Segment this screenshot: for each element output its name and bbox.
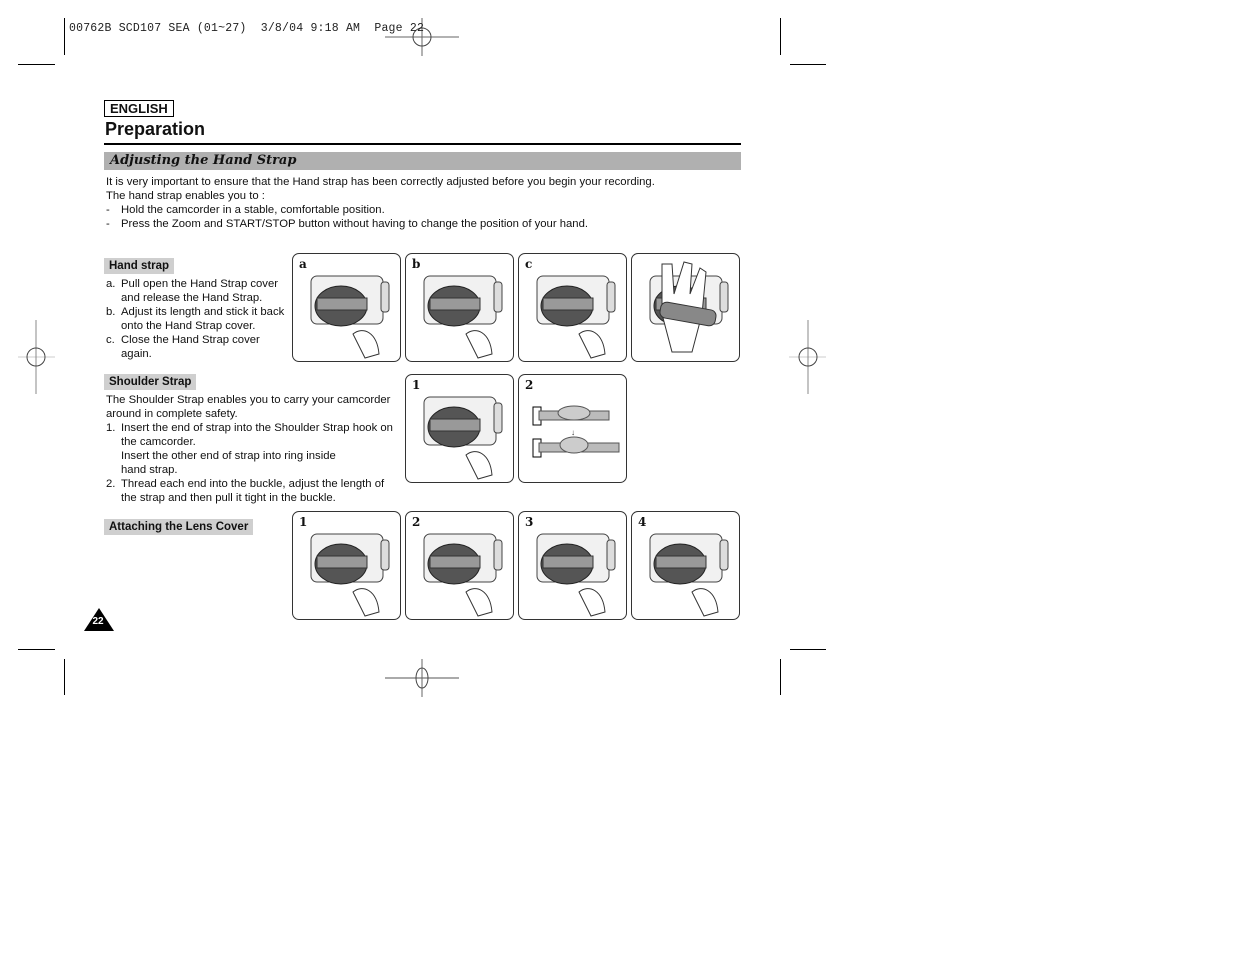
figure-label: 1: [299, 515, 308, 529]
figure-label: c: [525, 257, 533, 271]
step-item: b. Adjust its length and stick it back on…: [106, 306, 285, 332]
svg-text:↓: ↓: [571, 428, 575, 437]
figure-panel: 1: [292, 511, 401, 620]
registration-mark-icon: [385, 659, 459, 697]
figure-label: 2: [412, 515, 421, 529]
lens-cover-label: Attaching the Lens Cover: [104, 519, 254, 535]
figure-panel: 3: [518, 511, 627, 620]
figure-panel: b: [405, 253, 514, 362]
crop-mark: [790, 64, 826, 65]
figure-label: b: [412, 257, 421, 271]
intro-line: It is very important to ensure that the …: [106, 176, 655, 188]
crop-mark: [18, 64, 55, 65]
crop-mark: [780, 659, 781, 695]
intro-bullet: - Hold the camcorder in a stable, comfort…: [106, 204, 385, 216]
step-item: c. Close the Hand Strap cover again.: [106, 334, 260, 360]
crop-mark: [790, 649, 826, 650]
figure-panel: [631, 253, 740, 362]
page-title: Preparation: [105, 119, 206, 139]
registration-mark-icon: [789, 320, 826, 394]
page-number-badge: 22: [82, 606, 116, 632]
hand-strap-label: Hand strap: [104, 258, 175, 274]
step-item: a. Pull open the Hand Strap cover and rel…: [106, 278, 278, 304]
crop-mark: [18, 649, 55, 650]
figure-panel: 1: [405, 374, 514, 483]
language-badge: ENGLISH: [104, 100, 174, 117]
section-title: Adjusting the Hand Strap: [110, 153, 297, 168]
hand-strap-steps: a. Pull open the Hand Strap cover and rel…: [106, 277, 291, 361]
shoulder-strap-intro: The Shoulder Strap enables you to carry …: [106, 394, 391, 420]
registration-mark-icon: [385, 18, 459, 56]
page-number: 22: [92, 616, 104, 627]
crop-mark: [64, 18, 65, 55]
figure-label: 4: [638, 515, 647, 529]
title-divider: [104, 143, 741, 145]
figure-panel: 2: [405, 511, 514, 620]
step-item: 2. Thread each end into the buckle, adjus…: [106, 478, 385, 504]
figure-label: 3: [525, 515, 534, 529]
registration-mark-icon: [18, 320, 55, 394]
figure-label: 2: [525, 378, 534, 392]
shoulder-strap-label: Shoulder Strap: [104, 374, 197, 390]
shoulder-strap-text: The Shoulder Strap enables you to carry …: [106, 393, 396, 505]
figure-panel: 4: [631, 511, 740, 620]
print-slug: 00762B SCD107 SEA (01~27) 3/8/04 9:18 AM…: [69, 22, 425, 35]
intro-line: The hand strap enables you to :: [106, 190, 265, 202]
step-item: 1. Insert the end of strap into the Shoul…: [106, 422, 393, 476]
figure-panel: ↓ 2: [518, 374, 627, 483]
crop-mark: [64, 659, 65, 695]
crop-mark: [780, 18, 781, 55]
intro-text: It is very important to ensure that the …: [106, 175, 655, 231]
figure-panel: a: [292, 253, 401, 362]
intro-bullet: - Press the Zoom and START/STOP button wi…: [106, 218, 589, 230]
figure-label: 1: [412, 378, 421, 392]
section-header: Adjusting the Hand Strap: [104, 152, 741, 170]
figure-panel: c: [518, 253, 627, 362]
figure-label: a: [299, 257, 307, 271]
